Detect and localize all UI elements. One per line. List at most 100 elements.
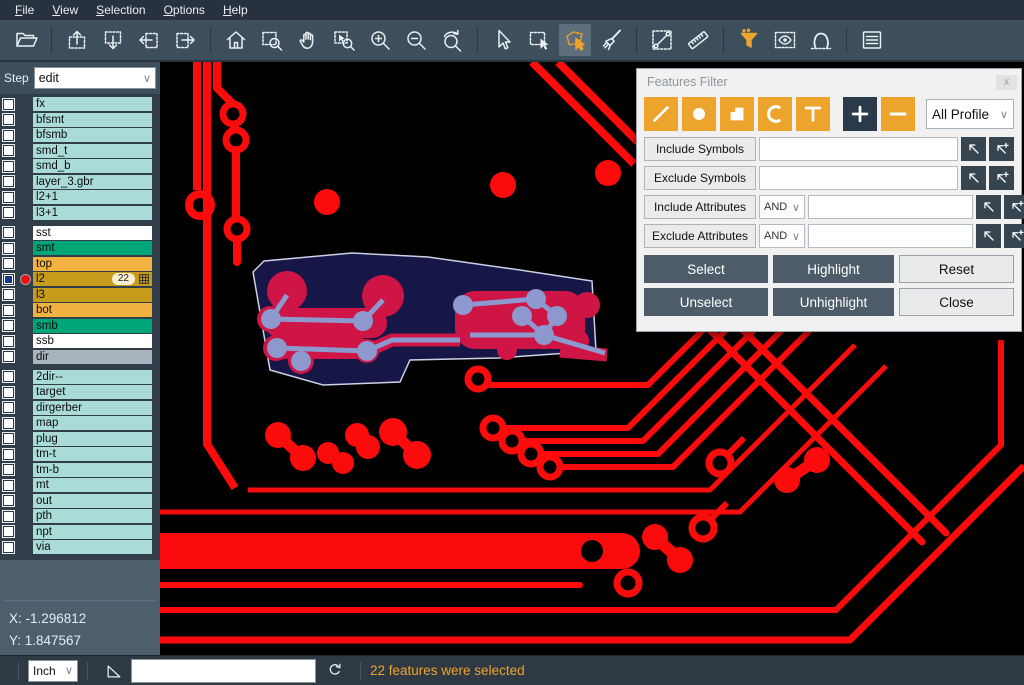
layer-visibility-checkbox[interactable] xyxy=(3,305,14,316)
page-up-button[interactable] xyxy=(61,24,93,56)
layer-row-out[interactable]: out xyxy=(0,494,160,508)
layer-visibility-checkbox[interactable] xyxy=(3,418,14,429)
pick-add-attribute-button[interactable] xyxy=(1004,224,1024,248)
clean-select-button[interactable] xyxy=(595,24,627,56)
zoom-previous-button[interactable] xyxy=(436,24,468,56)
exclude-attributes-button[interactable]: Exclude Attributes xyxy=(644,224,756,248)
menu-item-help[interactable]: Help xyxy=(214,1,257,19)
layer-visibility-checkbox[interactable] xyxy=(3,511,14,522)
zoom-window-button[interactable] xyxy=(256,24,288,56)
reset-button[interactable]: Reset xyxy=(899,255,1014,283)
layer-visibility-checkbox[interactable] xyxy=(3,161,14,172)
pad-feature-button[interactable] xyxy=(682,97,716,131)
layer-visibility-checkbox[interactable] xyxy=(3,274,14,285)
pick-attribute-button[interactable] xyxy=(976,195,1001,219)
home-view-button[interactable] xyxy=(220,24,252,56)
layer-row-top[interactable]: top xyxy=(0,257,160,271)
layers-panel-button[interactable] xyxy=(856,24,888,56)
layer-visibility-checkbox[interactable] xyxy=(3,402,14,413)
include-symbols-input[interactable] xyxy=(759,137,958,161)
arc-feature-button[interactable] xyxy=(758,97,792,131)
step-dropdown[interactable]: edit ∨ xyxy=(34,67,156,89)
menu-item-selection[interactable]: Selection xyxy=(87,1,154,19)
measure-distance-button[interactable] xyxy=(646,24,678,56)
layer-row-tm-b[interactable]: tm-b xyxy=(0,463,160,477)
open-file-button[interactable] xyxy=(10,24,42,56)
layer-row-npt[interactable]: npt xyxy=(0,525,160,539)
layer-visibility-checkbox[interactable] xyxy=(3,243,14,254)
pan-hand-button[interactable] xyxy=(292,24,324,56)
layer-row-bfsmt[interactable]: bfsmt xyxy=(0,113,160,127)
layer-row-smd_b[interactable]: smd_b xyxy=(0,159,160,173)
command-input[interactable] xyxy=(131,659,316,683)
exclude-symbols-input[interactable] xyxy=(759,166,958,190)
layer-visibility-checkbox[interactable] xyxy=(3,99,14,110)
pick-symbol-button[interactable] xyxy=(961,137,986,161)
layer-row-dir[interactable]: dir xyxy=(0,350,160,364)
polygon-select-button[interactable] xyxy=(559,24,591,56)
layer-visibility-checkbox[interactable] xyxy=(3,207,14,218)
include-attributes-button[interactable]: Include Attributes xyxy=(644,195,756,219)
layer-row-bot[interactable]: bot xyxy=(0,303,160,317)
zoom-in-button[interactable] xyxy=(364,24,396,56)
layer-row-tm-t[interactable]: tm-t xyxy=(0,447,160,461)
layer-visibility-checkbox[interactable] xyxy=(3,433,14,444)
exclude-attributes-operator-dropdown[interactable]: AND ∨ xyxy=(759,224,805,248)
layer-row-2dir--[interactable]: 2dir-- xyxy=(0,370,160,384)
layer-visibility-checkbox[interactable] xyxy=(3,227,14,238)
features-filter-button[interactable] xyxy=(733,24,765,56)
layer-visibility-checkbox[interactable] xyxy=(3,130,14,141)
layer-row-l2[interactable]: l2 22 xyxy=(0,272,160,286)
pick-add-attribute-button[interactable] xyxy=(1004,195,1024,219)
layer-row-layer_3.gbr[interactable]: layer_3.gbr xyxy=(0,175,160,189)
profile-dropdown[interactable]: All Profile ∨ xyxy=(926,99,1014,129)
unselect-button[interactable]: Unselect xyxy=(644,288,768,316)
layer-visibility-checkbox[interactable] xyxy=(3,464,14,475)
layer-visibility-checkbox[interactable] xyxy=(3,145,14,156)
ruler-button[interactable] xyxy=(682,24,714,56)
pick-add-symbol-button[interactable] xyxy=(989,137,1014,161)
unit-dropdown[interactable]: Inch ∨ xyxy=(28,660,78,682)
line-feature-button[interactable] xyxy=(644,97,678,131)
pick-add-symbol-button[interactable] xyxy=(989,166,1014,190)
menu-item-view[interactable]: View xyxy=(43,1,87,19)
angle-measure-icon[interactable] xyxy=(105,662,123,680)
pick-symbol-button[interactable] xyxy=(961,166,986,190)
layer-visibility-checkbox[interactable] xyxy=(3,542,14,553)
refresh-icon[interactable] xyxy=(326,662,343,679)
unhighlight-button[interactable]: Unhighlight xyxy=(773,288,894,316)
close-button[interactable]: Close xyxy=(899,288,1014,316)
layer-visibility-checkbox[interactable] xyxy=(3,114,14,125)
layer-row-mt[interactable]: mt xyxy=(0,478,160,492)
layer-visibility-checkbox[interactable] xyxy=(3,480,14,491)
layer-visibility-checkbox[interactable] xyxy=(3,258,14,269)
layer-visibility-checkbox[interactable] xyxy=(3,351,14,362)
layer-visibility-checkbox[interactable] xyxy=(3,336,14,347)
exclude-symbols-button[interactable]: Exclude Symbols xyxy=(644,166,756,190)
layer-visibility-checkbox[interactable] xyxy=(3,192,14,203)
layer-row-dirgerber[interactable]: dirgerber xyxy=(0,401,160,415)
zoom-out-button[interactable] xyxy=(400,24,432,56)
layer-row-via[interactable]: via xyxy=(0,540,160,554)
text-feature-button[interactable] xyxy=(796,97,830,131)
layer-row-l3+1[interactable]: l3+1 xyxy=(0,206,160,220)
include-symbols-button[interactable]: Include Symbols xyxy=(644,137,756,161)
layer-row-smd_t[interactable]: smd_t xyxy=(0,144,160,158)
layer-visibility-checkbox[interactable] xyxy=(3,387,14,398)
layer-visibility-checkbox[interactable] xyxy=(3,449,14,460)
rect-select-button[interactable] xyxy=(523,24,555,56)
layer-row-target[interactable]: target xyxy=(0,385,160,399)
menu-item-options[interactable]: Options xyxy=(155,1,214,19)
layer-row-fx[interactable]: fx xyxy=(0,97,160,111)
pick-attribute-button[interactable] xyxy=(976,224,1001,248)
include-attributes-input[interactable] xyxy=(808,195,973,219)
surface-feature-button[interactable] xyxy=(720,97,754,131)
exclude-attributes-input[interactable] xyxy=(808,224,973,248)
layer-row-smt[interactable]: smt xyxy=(0,241,160,255)
remove-filter-button[interactable] xyxy=(881,97,915,131)
layer-row-l3[interactable]: l3 xyxy=(0,288,160,302)
layer-row-pth[interactable]: pth xyxy=(0,509,160,523)
select-arrow-button[interactable] xyxy=(487,24,519,56)
page-left-button[interactable] xyxy=(133,24,165,56)
layer-visibility-checkbox[interactable] xyxy=(3,320,14,331)
